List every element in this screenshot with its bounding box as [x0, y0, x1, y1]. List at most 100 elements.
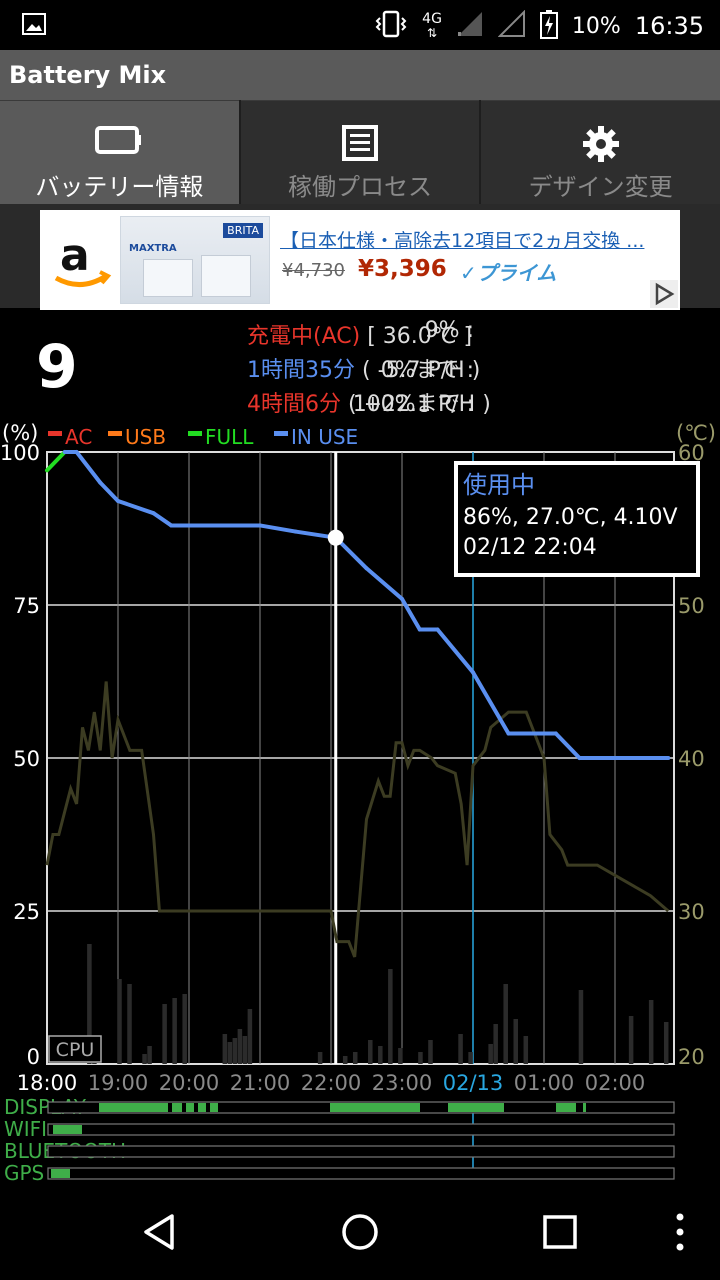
x-tick-label: 01:00 — [514, 1071, 575, 1095]
cpu-bar — [513, 1019, 519, 1064]
cpu-bar — [317, 1052, 323, 1064]
navigation-bar — [0, 1184, 720, 1280]
filter-box-image — [201, 255, 251, 297]
discharge-rate: ( -5.7 P/H ) — [355, 358, 481, 383]
cpu-bar — [648, 1000, 654, 1064]
tab-label: 稼働プロセス — [288, 173, 432, 201]
chart-tooltip: 使用中 86%, 27.0℃, 4.10V 02/12 22:04 — [454, 461, 700, 577]
battery-percent: 10% — [571, 13, 621, 39]
track-segment — [556, 1103, 576, 1112]
cpu-bar — [127, 984, 132, 1064]
battery-icon — [95, 125, 143, 159]
battery-chart[interactable]: 10075502506050403020(%) (℃)18:00 19:00 20:0… — [0, 416, 720, 1196]
y-tick-right: 50 — [678, 594, 705, 618]
track-segment — [158, 1103, 168, 1112]
recents-icon[interactable] — [542, 1214, 578, 1254]
cpu-bar — [162, 1004, 167, 1064]
cpu-bar — [418, 1052, 423, 1064]
ad-product-image: BRITA MAXTRA — [120, 216, 270, 304]
app-bar: Battery Mix — [0, 50, 720, 100]
x-tick-label: 20:00 — [159, 1071, 220, 1095]
x-tick-label: 23:00 — [372, 1071, 433, 1095]
cursor-point — [327, 529, 344, 546]
cpu-bar — [222, 1034, 228, 1064]
track-bar — [47, 1145, 675, 1158]
legend-swatch — [48, 431, 62, 436]
prime-badge: ✓プライム — [460, 261, 557, 285]
gear-icon — [582, 125, 620, 167]
time-to-empty: 1時間35分 — [247, 358, 355, 383]
tab-label: バッテリー情報 — [35, 173, 204, 201]
app-title: Battery Mix — [9, 61, 167, 89]
ad-price-old: ¥4,730 — [282, 260, 345, 281]
x-tick-label: 22:00 — [301, 1071, 362, 1095]
charge-status: 充電中(AC) — [247, 324, 361, 349]
track-segment — [135, 1103, 140, 1112]
legend-swatch — [108, 431, 122, 436]
chart-legend: AC USB FULL IN USE — [48, 425, 358, 449]
network-type-icon: 4G ⇅ — [422, 11, 442, 40]
legend-label: USB — [125, 425, 166, 449]
y-tick-left: 50 — [13, 747, 40, 771]
y-tick-right: 40 — [678, 747, 705, 771]
cpu-bar — [232, 1038, 238, 1064]
tooltip-line2: 02/12 22:04 — [463, 535, 597, 560]
x-tick-label: 02/13 — [443, 1071, 504, 1095]
cpu-bar — [578, 990, 584, 1064]
cpu-bar — [458, 1034, 463, 1064]
product-brand: BRITA — [223, 223, 263, 238]
filter-box-image — [143, 259, 193, 297]
cpu-bar — [388, 969, 393, 1064]
track-bar — [47, 1167, 675, 1180]
legend-label: IN USE — [291, 425, 358, 449]
time-to-full: 4時間6分 — [247, 392, 341, 417]
cpu-bar — [428, 1040, 433, 1064]
ad-title[interactable]: 【日本仕様・高除去12項目で2ヵ月交換 ... — [280, 226, 680, 253]
amazon-logo-icon: a — [46, 214, 116, 302]
cpu-bar — [523, 1036, 529, 1064]
legend-swatch — [188, 431, 202, 436]
y-tick-right: 20 — [678, 1045, 705, 1069]
tab-design[interactable]: デザイン変更 — [481, 100, 720, 204]
y-tick-right: 30 — [678, 900, 705, 924]
status-line: 充電中(AC) [ 36.0℃ ] — [247, 318, 472, 350]
tab-processes[interactable]: 稼働プロセス — [240, 100, 480, 204]
cpu-bar — [628, 1016, 634, 1064]
list-icon — [342, 125, 378, 165]
track-segment — [145, 1103, 152, 1112]
back-icon[interactable] — [140, 1212, 180, 1256]
ad-banner[interactable]: a BRITA MAXTRA 【日本仕様・高除去12項目で2ヵ月交換 ... ¥… — [40, 210, 680, 310]
activity-tracks: DISPLAYWIFIBLUETOOTHGPS — [4, 1095, 675, 1185]
track-segment — [583, 1103, 586, 1112]
track-label: WIFI — [4, 1117, 47, 1141]
track-label: GPS — [4, 1161, 44, 1185]
y-axis-label-right: (℃) — [676, 421, 716, 445]
y-tick-left: 25 — [13, 900, 40, 924]
svg-text:a: a — [60, 230, 90, 281]
cpu-bar — [237, 1029, 243, 1064]
cpu-bar — [488, 1044, 493, 1064]
ad-choices-icon[interactable] — [650, 280, 678, 308]
product-name: MAXTRA — [129, 243, 177, 254]
battery-temp: [ 36.0℃ ] — [360, 324, 473, 349]
track-segment — [51, 1169, 70, 1178]
cpu-bar — [172, 998, 177, 1064]
empty-line: 1時間35分 ( -5.7 P/H ) — [247, 352, 480, 384]
status-bar: 4G ⇅ 10% 16:35 — [0, 0, 720, 50]
cpu-bar — [227, 1042, 233, 1064]
legend-label: FULL — [205, 425, 254, 449]
x-tick-label: 02:00 — [585, 1071, 646, 1095]
track-bar — [47, 1123, 675, 1136]
cpu-bar — [398, 1048, 403, 1064]
y-axis-label-left: (%) — [2, 421, 38, 445]
cpu-bar — [342, 1056, 348, 1064]
tab-battery-info[interactable]: バッテリー情報 — [0, 100, 239, 204]
cpu-bar — [182, 994, 187, 1064]
battery-level-big: 9 — [36, 332, 78, 402]
clock: 16:35 — [634, 12, 704, 40]
home-icon[interactable] — [340, 1212, 380, 1256]
vibrate-icon — [374, 10, 408, 42]
track-segment — [330, 1103, 420, 1112]
ad-banner-area: a BRITA MAXTRA 【日本仕様・高除去12項目で2ヵ月交換 ... ¥… — [0, 204, 720, 310]
overflow-menu-icon[interactable] — [674, 1212, 686, 1256]
